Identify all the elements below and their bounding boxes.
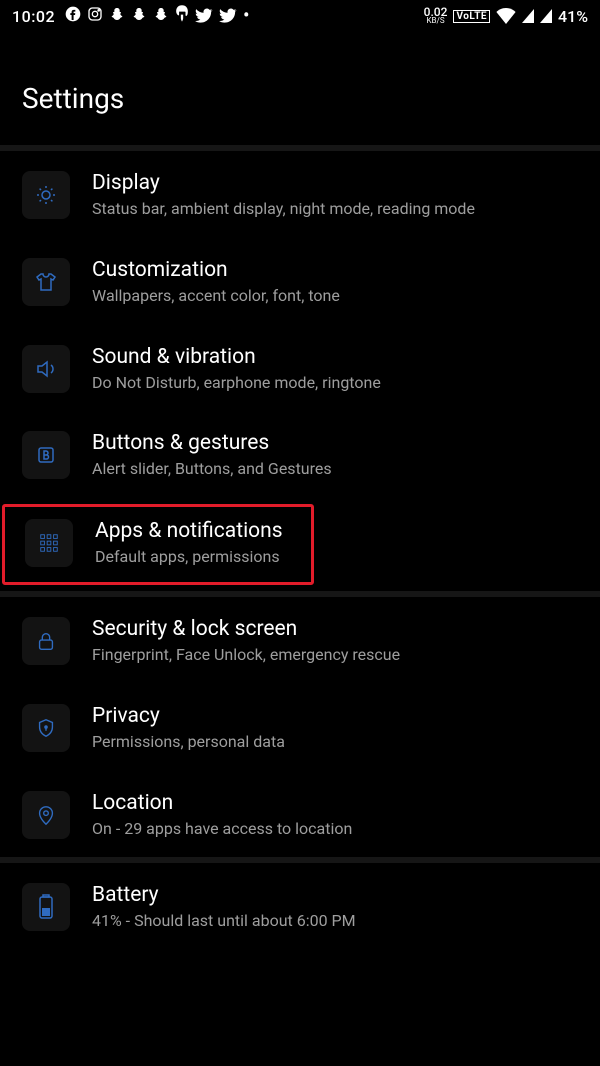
item-subtitle: 41% - Should last until about 6:00 PM xyxy=(92,911,356,932)
item-subtitle: Do Not Disturb, earphone mode, ringtone xyxy=(92,373,381,394)
item-title: Buttons & gestures xyxy=(92,431,332,455)
settings-item-buttons[interactable]: Buttons & gestures Alert slider, Buttons… xyxy=(0,411,600,498)
snapchat-icon xyxy=(109,6,125,26)
settings-item-apps-highlighted[interactable]: Apps & notifications Default apps, permi… xyxy=(2,504,314,585)
item-title: Privacy xyxy=(92,704,285,728)
status-bar: 10:02 • 0.02 KB/S VoLTE xyxy=(0,0,600,32)
item-title: Apps & notifications xyxy=(95,519,283,543)
apps-grid-icon xyxy=(25,519,73,567)
item-subtitle: Fingerprint, Face Unlock, emergency resc… xyxy=(92,645,400,666)
item-subtitle: Alert slider, Buttons, and Gestures xyxy=(92,459,332,480)
page-title: Settings xyxy=(0,32,600,145)
item-subtitle: On - 29 apps have access to location xyxy=(92,819,352,840)
lock-icon xyxy=(22,617,70,665)
brightness-icon xyxy=(22,171,70,219)
settings-item-customization[interactable]: Customization Wallpapers, accent color, … xyxy=(0,238,600,325)
wifi-icon xyxy=(496,8,516,24)
tshirt-icon xyxy=(22,258,70,306)
item-title: Sound & vibration xyxy=(92,345,381,369)
settings-item-location[interactable]: Location On - 29 apps have access to loc… xyxy=(0,771,600,858)
settings-item-battery[interactable]: Battery 41% - Should last until about 6:… xyxy=(0,863,600,950)
settings-item-privacy[interactable]: Privacy Permissions, personal data xyxy=(0,684,600,771)
item-subtitle: Default apps, permissions xyxy=(95,547,283,568)
status-bar-left: 10:02 • xyxy=(12,5,250,27)
item-title: Battery xyxy=(92,883,356,907)
snapchat-icon xyxy=(153,6,169,26)
snapchat-icon xyxy=(131,6,147,26)
location-pin-icon xyxy=(22,791,70,839)
sound-icon xyxy=(22,345,70,393)
clock: 10:02 xyxy=(12,7,55,26)
settings-item-security[interactable]: Security & lock screen Fingerprint, Face… xyxy=(0,597,600,684)
item-subtitle: Status bar, ambient display, night mode,… xyxy=(92,199,475,220)
item-title: Location xyxy=(92,791,352,815)
twitter-icon xyxy=(219,8,237,24)
swiggy-icon xyxy=(175,5,189,27)
item-title: Security & lock screen xyxy=(92,617,400,641)
status-bar-right: 0.02 KB/S VoLTE 41% xyxy=(424,7,588,26)
item-subtitle: Wallpapers, accent color, font, tone xyxy=(92,286,340,307)
shield-icon xyxy=(22,704,70,752)
twitter-icon xyxy=(195,8,213,24)
item-title: Customization xyxy=(92,258,340,282)
data-speed-indicator: 0.02 KB/S xyxy=(424,8,448,24)
settings-item-display[interactable]: Display Status bar, ambient display, nig… xyxy=(0,151,600,238)
item-subtitle: Permissions, personal data xyxy=(92,732,285,753)
volte-icon: VoLTE xyxy=(453,10,490,23)
signal-icon xyxy=(522,9,534,23)
item-title: Display xyxy=(92,171,475,195)
signal-icon xyxy=(540,9,552,23)
instagram-icon xyxy=(87,6,103,26)
buttons-icon xyxy=(22,431,70,479)
settings-item-sound[interactable]: Sound & vibration Do Not Disturb, earpho… xyxy=(0,325,600,412)
facebook-icon xyxy=(65,6,81,26)
battery-percent: 41% xyxy=(558,7,588,26)
battery-icon xyxy=(22,883,70,931)
